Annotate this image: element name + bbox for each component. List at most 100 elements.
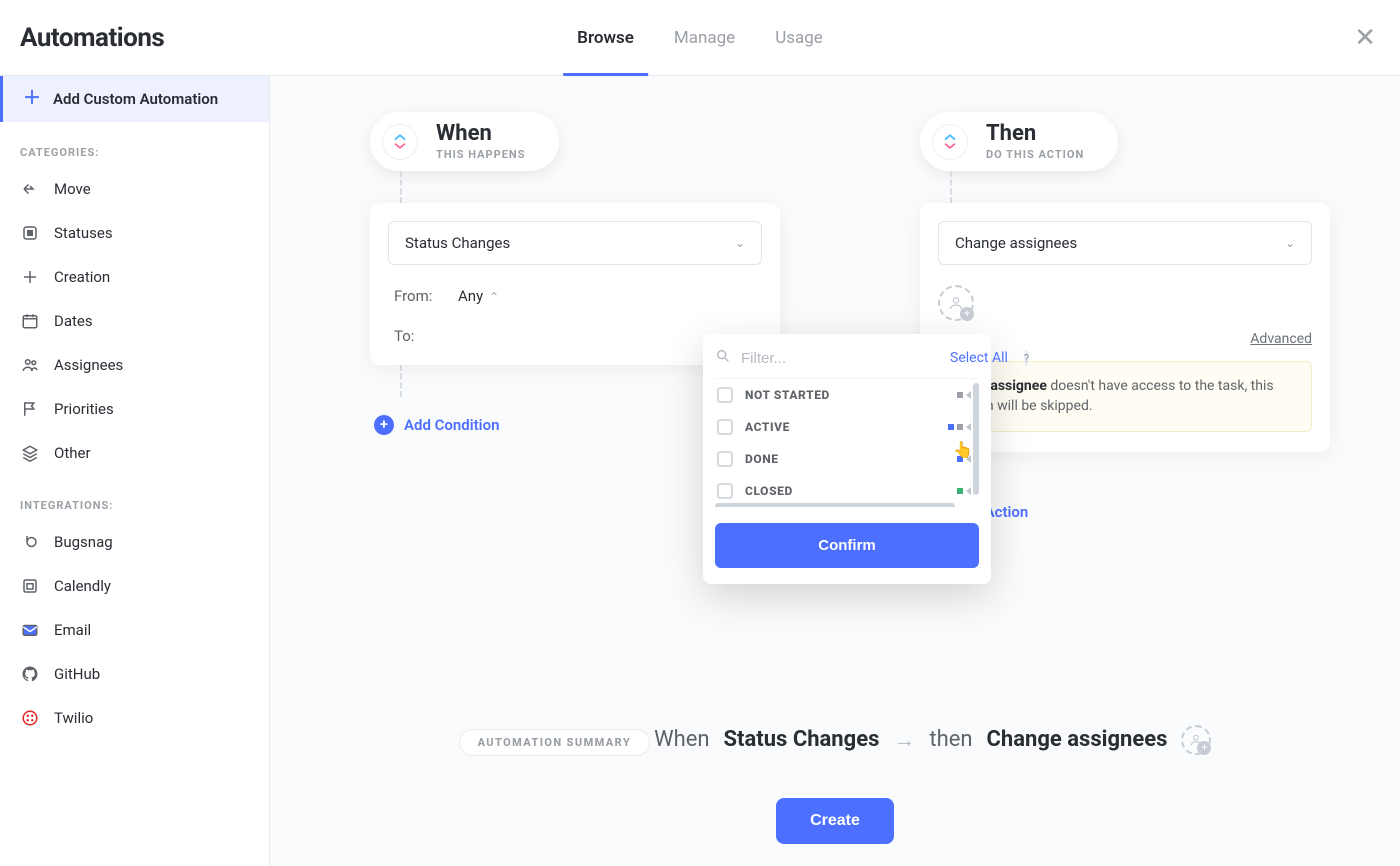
status-icon xyxy=(20,223,40,243)
creation-icon xyxy=(20,267,40,287)
page-title: Automations xyxy=(20,23,164,53)
warning-text-bold: assignee xyxy=(990,378,1047,394)
sidebar-item-calendly[interactable]: Calendly xyxy=(0,564,269,608)
sidebar-item-label: GitHub xyxy=(54,665,100,683)
assignees-icon xyxy=(20,355,40,375)
sidebar-item-twilio[interactable]: Twilio xyxy=(0,696,269,740)
flag-icon xyxy=(20,399,40,419)
action-value: Change assignees xyxy=(955,234,1077,252)
confirm-button[interactable]: Confirm xyxy=(715,523,979,568)
connector-line xyxy=(400,171,402,203)
trigger-select[interactable]: Status Changes ⌄ xyxy=(388,221,762,265)
status-label: CLOSED xyxy=(745,484,793,498)
sidebar-item-move[interactable]: Move xyxy=(0,167,269,211)
status-label: ACTIVE xyxy=(745,420,790,434)
sidebar-item-statuses[interactable]: Statuses xyxy=(0,211,269,255)
assignee-placeholder[interactable] xyxy=(938,285,974,321)
assignee-placeholder-small[interactable] xyxy=(1181,725,1211,755)
header-tabs: Browse Manage Usage xyxy=(577,0,823,75)
sidebar-item-label: Assignees xyxy=(54,356,123,374)
bugsnag-icon xyxy=(20,532,40,552)
status-option-list[interactable]: NOT STARTED ACTIVE DONE CLOSED xyxy=(715,378,979,507)
sidebar-item-label: Twilio xyxy=(54,709,93,727)
search-icon xyxy=(715,348,731,368)
sidebar-item-label: Bugsnag xyxy=(54,533,113,551)
calendar-icon xyxy=(20,311,40,331)
twilio-icon xyxy=(20,708,40,728)
summary-line: When Status Changes → then Change assign… xyxy=(654,725,1211,755)
checkbox[interactable] xyxy=(717,451,733,467)
integrations-heading: INTEGRATIONS: xyxy=(0,475,269,520)
chevron-up-icon: ⌄ xyxy=(489,289,499,303)
checkbox[interactable] xyxy=(717,483,733,499)
create-button[interactable]: Create xyxy=(776,798,894,844)
scrollbar-vertical[interactable] xyxy=(973,383,979,495)
sidebar-item-label: Creation xyxy=(54,268,110,286)
status-label: NOT STARTED xyxy=(745,388,830,402)
then-title: Then xyxy=(986,122,1084,146)
sidebar-item-label: Statuses xyxy=(54,224,113,242)
help-icon[interactable]: ? xyxy=(1024,350,1029,366)
checkbox[interactable] xyxy=(717,419,733,435)
status-option-done[interactable]: DONE xyxy=(715,443,973,475)
status-filter-popup: Select All ? NOT STARTED ACTIVE DONE xyxy=(703,334,991,584)
sidebar-item-label: Dates xyxy=(54,312,93,330)
when-pill: When THIS HAPPENS xyxy=(370,112,559,171)
checkbox[interactable] xyxy=(717,387,733,403)
plus-circle-icon: + xyxy=(374,415,394,435)
filter-input[interactable] xyxy=(741,350,940,367)
sidebar: ＋ Add Custom Automation CATEGORIES: Move… xyxy=(0,76,270,866)
arrow-right-icon: → xyxy=(893,727,915,753)
automation-canvas: When THIS HAPPENS Status Changes ⌄ From:… xyxy=(270,76,1400,866)
calendly-icon xyxy=(20,576,40,596)
advanced-link[interactable]: Advanced xyxy=(938,331,1312,347)
tab-browse[interactable]: Browse xyxy=(577,0,634,75)
popup-search-row: Select All ? xyxy=(715,348,979,368)
automation-summary: AUTOMATION SUMMARY When Status Changes →… xyxy=(270,703,1400,866)
add-custom-automation-button[interactable]: ＋ Add Custom Automation xyxy=(0,76,269,122)
sidebar-item-label: Priorities xyxy=(54,400,114,418)
sidebar-item-bugsnag[interactable]: Bugsnag xyxy=(0,520,269,564)
close-icon[interactable]: ✕ xyxy=(1354,25,1376,51)
summary-when: When xyxy=(654,727,709,752)
select-all-link[interactable]: Select All xyxy=(950,350,1008,366)
chevron-down-icon: ⌄ xyxy=(1285,236,1295,250)
summary-trigger: Status Changes xyxy=(724,727,880,752)
status-option-active[interactable]: ACTIVE xyxy=(715,411,973,443)
when-title: When xyxy=(436,122,525,146)
scrollbar-horizontal[interactable] xyxy=(715,503,955,507)
sidebar-item-priorities[interactable]: Priorities xyxy=(0,387,269,431)
warning-banner: If the assignee doesn't have access to t… xyxy=(938,361,1312,432)
sidebar-item-assignees[interactable]: Assignees xyxy=(0,343,269,387)
connector-line xyxy=(400,365,402,397)
sidebar-item-creation[interactable]: Creation xyxy=(0,255,269,299)
header: Automations Browse Manage Usage ✕ xyxy=(0,0,1400,76)
summary-then: then xyxy=(929,727,972,752)
tab-usage[interactable]: Usage xyxy=(775,0,823,75)
chevron-down-icon: ⌄ xyxy=(735,236,745,250)
sidebar-item-label: Other xyxy=(54,444,91,462)
sidebar-item-label: Move xyxy=(54,180,91,198)
from-value-select[interactable]: Any ⌄ xyxy=(458,287,499,305)
trigger-value: Status Changes xyxy=(405,234,510,252)
then-pill: Then DO THIS ACTION xyxy=(920,112,1118,171)
email-icon xyxy=(20,620,40,640)
to-label: To: xyxy=(394,327,440,345)
sidebar-item-other[interactable]: Other xyxy=(0,431,269,475)
action-select[interactable]: Change assignees ⌄ xyxy=(938,221,1312,265)
categories-heading: CATEGORIES: xyxy=(0,122,269,167)
status-option-not-started[interactable]: NOT STARTED xyxy=(715,379,973,411)
github-icon xyxy=(20,664,40,684)
sidebar-item-label: Email xyxy=(54,621,91,639)
clickup-logo-icon xyxy=(932,124,968,160)
sidebar-item-email[interactable]: Email xyxy=(0,608,269,652)
sidebar-item-dates[interactable]: Dates xyxy=(0,299,269,343)
clickup-logo-icon xyxy=(382,124,418,160)
sidebar-item-label: Calendly xyxy=(54,577,111,595)
layers-icon xyxy=(20,443,40,463)
sidebar-item-github[interactable]: GitHub xyxy=(0,652,269,696)
summary-pill: AUTOMATION SUMMARY xyxy=(459,729,651,756)
then-subtitle: DO THIS ACTION xyxy=(986,148,1084,161)
tab-manage[interactable]: Manage xyxy=(674,0,735,75)
summary-action: Change assignees xyxy=(987,727,1168,752)
